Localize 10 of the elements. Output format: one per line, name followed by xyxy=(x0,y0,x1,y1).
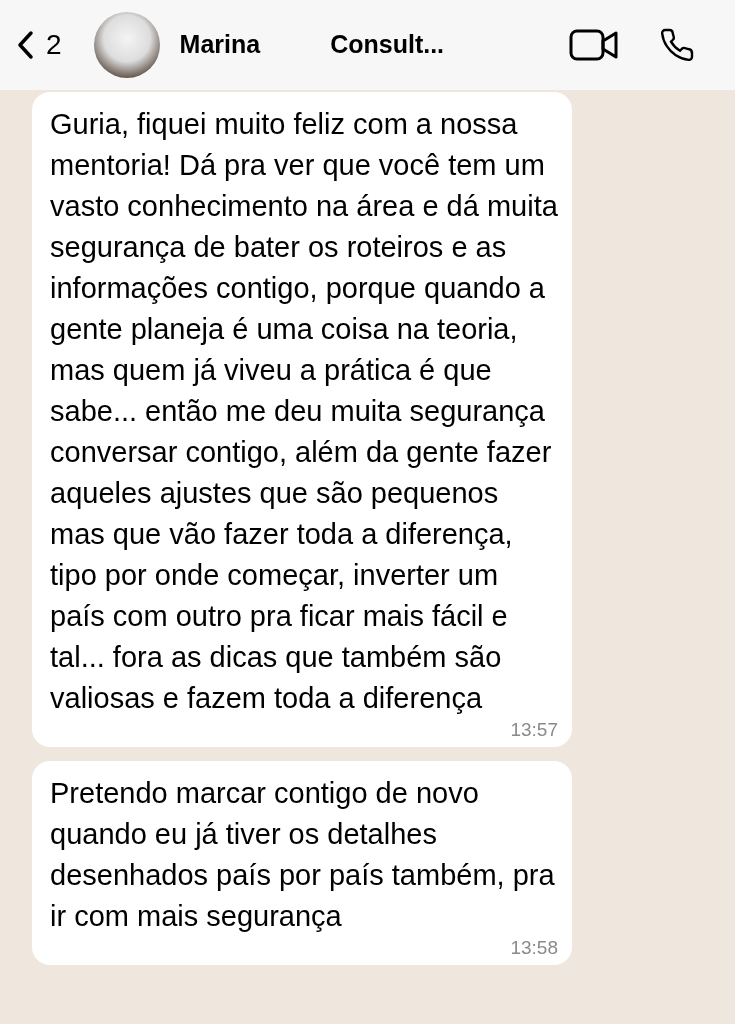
message-time: 13:57 xyxy=(510,719,558,741)
phone-icon[interactable] xyxy=(659,26,695,64)
back-icon xyxy=(16,30,34,60)
contact-name-suffix[interactable]: Consult... xyxy=(330,26,445,64)
message-text: Guria, fiquei muito feliz com a nossa mentoria! Dá pra ver que você tem um vasto conhecimento na área e dá muita segurança de bater os roteiros e as informações contigo, porque quando a gente planeja é uma coisa na teoria, mas quem já viveu a prática é que sabe... então me deu muita segurança conversar contigo, além da gente fazer aqueles ajustes que são pequenos mas que vão fazer toda a diferença, tipo por onde começar, inverter um país com outro pra ficar mais fácil e tal... fora as dicas que também são valiosas e fazem toda a diferença xyxy=(50,107,558,716)
video-call-icon[interactable] xyxy=(569,28,619,62)
message-time: 13:58 xyxy=(510,937,558,959)
back-button[interactable]: 2 xyxy=(16,24,62,66)
message-text: Pretendo marcar contigo de novo quando eu já tiver os detalhes desenhados país por país também, pra ir com mais segurança xyxy=(50,776,556,934)
contact-name[interactable]: Marina xyxy=(179,26,261,64)
